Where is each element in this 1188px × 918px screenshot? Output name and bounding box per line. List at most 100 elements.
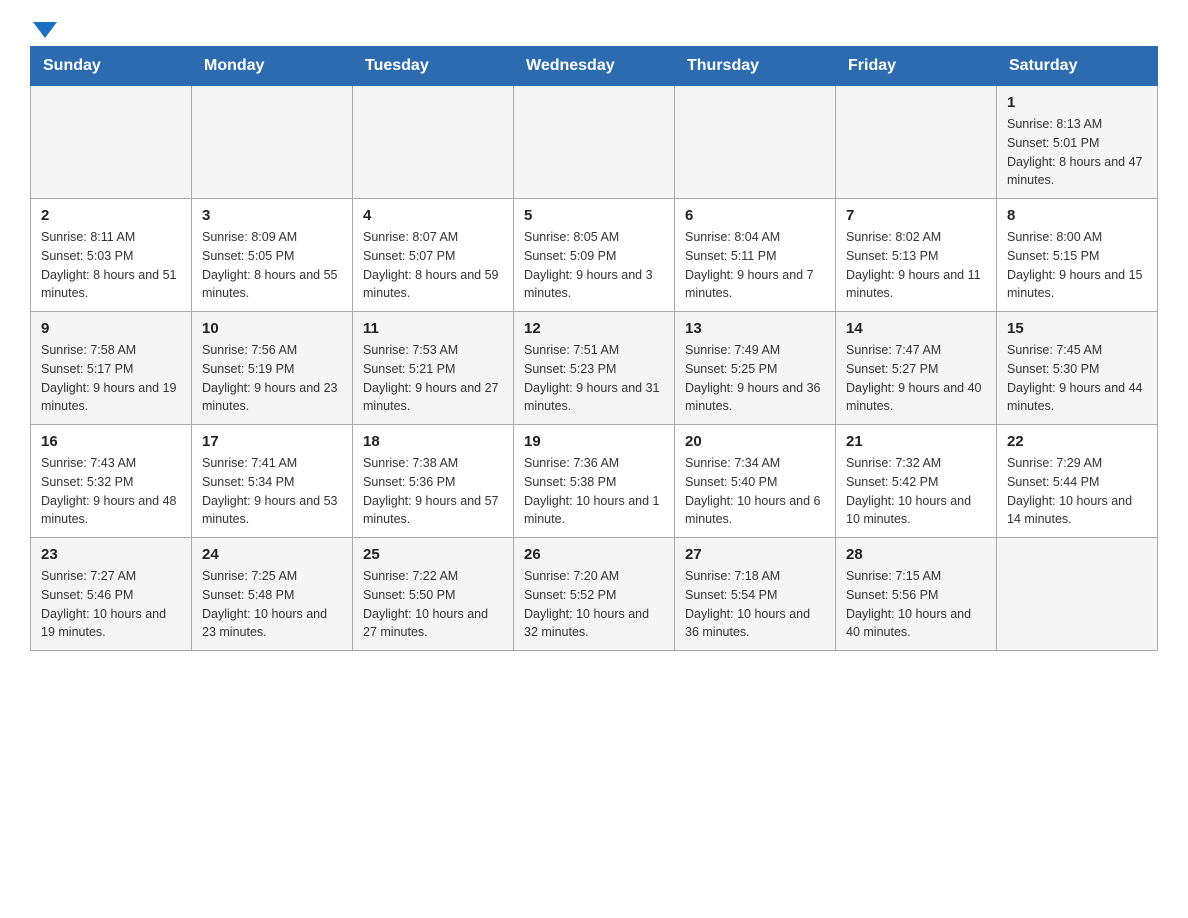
day-info: Sunrise: 7:27 AM Sunset: 5:46 PM Dayligh… [41, 567, 181, 642]
calendar-day-cell: 26 Sunrise: 7:20 AM Sunset: 5:52 PM Dayli… [514, 538, 675, 651]
logo-triangle-icon [33, 22, 57, 38]
calendar-day-cell: 21 Sunrise: 7:32 AM Sunset: 5:42 PM Dayli… [836, 425, 997, 538]
day-number: 2 [41, 207, 181, 224]
calendar-table: SundayMondayTuesdayWednesdayThursdayFrid… [30, 46, 1158, 651]
day-info: Sunrise: 8:02 AM Sunset: 5:13 PM Dayligh… [846, 228, 986, 303]
calendar-day-cell: 18 Sunrise: 7:38 AM Sunset: 5:36 PM Dayli… [353, 425, 514, 538]
weekday-header-monday: Monday [192, 47, 353, 86]
day-info: Sunrise: 8:05 AM Sunset: 5:09 PM Dayligh… [524, 228, 664, 303]
day-info: Sunrise: 8:04 AM Sunset: 5:11 PM Dayligh… [685, 228, 825, 303]
day-info: Sunrise: 7:20 AM Sunset: 5:52 PM Dayligh… [524, 567, 664, 642]
calendar-header-row: SundayMondayTuesdayWednesdayThursdayFrid… [31, 47, 1158, 86]
calendar-day-cell [836, 86, 997, 199]
calendar-week-row: 1 Sunrise: 8:13 AM Sunset: 5:01 PM Daylig… [31, 86, 1158, 199]
day-number: 22 [1007, 433, 1147, 450]
calendar-day-cell: 14Sunrise: 7:47 AM Sunset: 5:27 PM Dayli… [836, 312, 997, 425]
day-info: Sunrise: 7:29 AM Sunset: 5:44 PM Dayligh… [1007, 454, 1147, 529]
calendar-day-cell: 22 Sunrise: 7:29 AM Sunset: 5:44 PM Dayli… [997, 425, 1158, 538]
calendar-day-cell: 27 Sunrise: 7:18 AM Sunset: 5:54 PM Dayli… [675, 538, 836, 651]
calendar-day-cell: 13 Sunrise: 7:49 AM Sunset: 5:25 PM Dayli… [675, 312, 836, 425]
calendar-day-cell: 20Sunrise: 7:34 AM Sunset: 5:40 PM Dayli… [675, 425, 836, 538]
day-number: 1 [1007, 94, 1147, 111]
weekday-header-thursday: Thursday [675, 47, 836, 86]
day-number: 11 [363, 320, 503, 337]
day-number: 23 [41, 546, 181, 563]
day-number: 16 [41, 433, 181, 450]
day-number: 6 [685, 207, 825, 224]
calendar-day-cell: 8 Sunrise: 8:00 AM Sunset: 5:15 PM Daylig… [997, 199, 1158, 312]
day-info: Sunrise: 8:11 AM Sunset: 5:03 PM Dayligh… [41, 228, 181, 303]
calendar-day-cell: 19 Sunrise: 7:36 AM Sunset: 5:38 PM Dayli… [514, 425, 675, 538]
day-info: Sunrise: 7:53 AM Sunset: 5:21 PM Dayligh… [363, 341, 503, 416]
day-info: Sunrise: 7:18 AM Sunset: 5:54 PM Dayligh… [685, 567, 825, 642]
day-info: Sunrise: 8:09 AM Sunset: 5:05 PM Dayligh… [202, 228, 342, 303]
day-info: Sunrise: 7:41 AM Sunset: 5:34 PM Dayligh… [202, 454, 342, 529]
day-number: 12 [524, 320, 664, 337]
day-number: 26 [524, 546, 664, 563]
calendar-day-cell: 2 Sunrise: 8:11 AM Sunset: 5:03 PM Daylig… [31, 199, 192, 312]
calendar-day-cell: 25 Sunrise: 7:22 AM Sunset: 5:50 PM Dayli… [353, 538, 514, 651]
calendar-day-cell [353, 86, 514, 199]
calendar-day-cell: 28Sunrise: 7:15 AM Sunset: 5:56 PM Dayli… [836, 538, 997, 651]
day-number: 8 [1007, 207, 1147, 224]
calendar-day-cell: 17 Sunrise: 7:41 AM Sunset: 5:34 PM Dayli… [192, 425, 353, 538]
calendar-day-cell [675, 86, 836, 199]
calendar-day-cell: 24 Sunrise: 7:25 AM Sunset: 5:48 PM Dayli… [192, 538, 353, 651]
day-number: 24 [202, 546, 342, 563]
day-info: Sunrise: 7:22 AM Sunset: 5:50 PM Dayligh… [363, 567, 503, 642]
day-info: Sunrise: 7:58 AM Sunset: 5:17 PM Dayligh… [41, 341, 181, 416]
calendar-day-cell: 3 Sunrise: 8:09 AM Sunset: 5:05 PM Daylig… [192, 199, 353, 312]
day-number: 7 [846, 207, 986, 224]
day-number: 14 [846, 320, 986, 337]
weekday-header-friday: Friday [836, 47, 997, 86]
calendar-week-row: 23 Sunrise: 7:27 AM Sunset: 5:46 PM Dayli… [31, 538, 1158, 651]
calendar-day-cell: 16 Sunrise: 7:43 AM Sunset: 5:32 PM Dayli… [31, 425, 192, 538]
day-info: Sunrise: 7:56 AM Sunset: 5:19 PM Dayligh… [202, 341, 342, 416]
day-info: Sunrise: 8:13 AM Sunset: 5:01 PM Dayligh… [1007, 115, 1147, 190]
weekday-header-wednesday: Wednesday [514, 47, 675, 86]
logo [30, 20, 57, 36]
calendar-day-cell: 9Sunrise: 7:58 AM Sunset: 5:17 PM Daylig… [31, 312, 192, 425]
day-number: 21 [846, 433, 986, 450]
day-number: 25 [363, 546, 503, 563]
day-number: 10 [202, 320, 342, 337]
calendar-day-cell: 12Sunrise: 7:51 AM Sunset: 5:23 PM Dayli… [514, 312, 675, 425]
calendar-day-cell: 11 Sunrise: 7:53 AM Sunset: 5:21 PM Dayli… [353, 312, 514, 425]
weekday-header-tuesday: Tuesday [353, 47, 514, 86]
day-info: Sunrise: 7:49 AM Sunset: 5:25 PM Dayligh… [685, 341, 825, 416]
calendar-week-row: 2 Sunrise: 8:11 AM Sunset: 5:03 PM Daylig… [31, 199, 1158, 312]
calendar-day-cell [192, 86, 353, 199]
day-info: Sunrise: 7:32 AM Sunset: 5:42 PM Dayligh… [846, 454, 986, 529]
calendar-day-cell: 23 Sunrise: 7:27 AM Sunset: 5:46 PM Dayli… [31, 538, 192, 651]
calendar-day-cell [31, 86, 192, 199]
calendar-day-cell [514, 86, 675, 199]
day-number: 19 [524, 433, 664, 450]
calendar-day-cell: 5 Sunrise: 8:05 AM Sunset: 5:09 PM Daylig… [514, 199, 675, 312]
day-info: Sunrise: 7:36 AM Sunset: 5:38 PM Dayligh… [524, 454, 664, 529]
day-number: 13 [685, 320, 825, 337]
calendar-day-cell [997, 538, 1158, 651]
day-info: Sunrise: 7:43 AM Sunset: 5:32 PM Dayligh… [41, 454, 181, 529]
day-number: 27 [685, 546, 825, 563]
day-number: 5 [524, 207, 664, 224]
day-info: Sunrise: 7:25 AM Sunset: 5:48 PM Dayligh… [202, 567, 342, 642]
day-number: 15 [1007, 320, 1147, 337]
day-info: Sunrise: 7:34 AM Sunset: 5:40 PM Dayligh… [685, 454, 825, 529]
calendar-day-cell: 4Sunrise: 8:07 AM Sunset: 5:07 PM Daylig… [353, 199, 514, 312]
day-info: Sunrise: 7:38 AM Sunset: 5:36 PM Dayligh… [363, 454, 503, 529]
calendar-day-cell: 6 Sunrise: 8:04 AM Sunset: 5:11 PM Daylig… [675, 199, 836, 312]
calendar-week-row: 16 Sunrise: 7:43 AM Sunset: 5:32 PM Dayli… [31, 425, 1158, 538]
day-info: Sunrise: 7:15 AM Sunset: 5:56 PM Dayligh… [846, 567, 986, 642]
day-info: Sunrise: 8:00 AM Sunset: 5:15 PM Dayligh… [1007, 228, 1147, 303]
weekday-header-sunday: Sunday [31, 47, 192, 86]
weekday-header-saturday: Saturday [997, 47, 1158, 86]
day-number: 17 [202, 433, 342, 450]
day-number: 3 [202, 207, 342, 224]
day-number: 4 [363, 207, 503, 224]
day-number: 18 [363, 433, 503, 450]
calendar-day-cell: 1 Sunrise: 8:13 AM Sunset: 5:01 PM Daylig… [997, 86, 1158, 199]
calendar-week-row: 9Sunrise: 7:58 AM Sunset: 5:17 PM Daylig… [31, 312, 1158, 425]
day-info: Sunrise: 7:45 AM Sunset: 5:30 PM Dayligh… [1007, 341, 1147, 416]
calendar-day-cell: 10 Sunrise: 7:56 AM Sunset: 5:19 PM Dayli… [192, 312, 353, 425]
calendar-day-cell: 7 Sunrise: 8:02 AM Sunset: 5:13 PM Daylig… [836, 199, 997, 312]
